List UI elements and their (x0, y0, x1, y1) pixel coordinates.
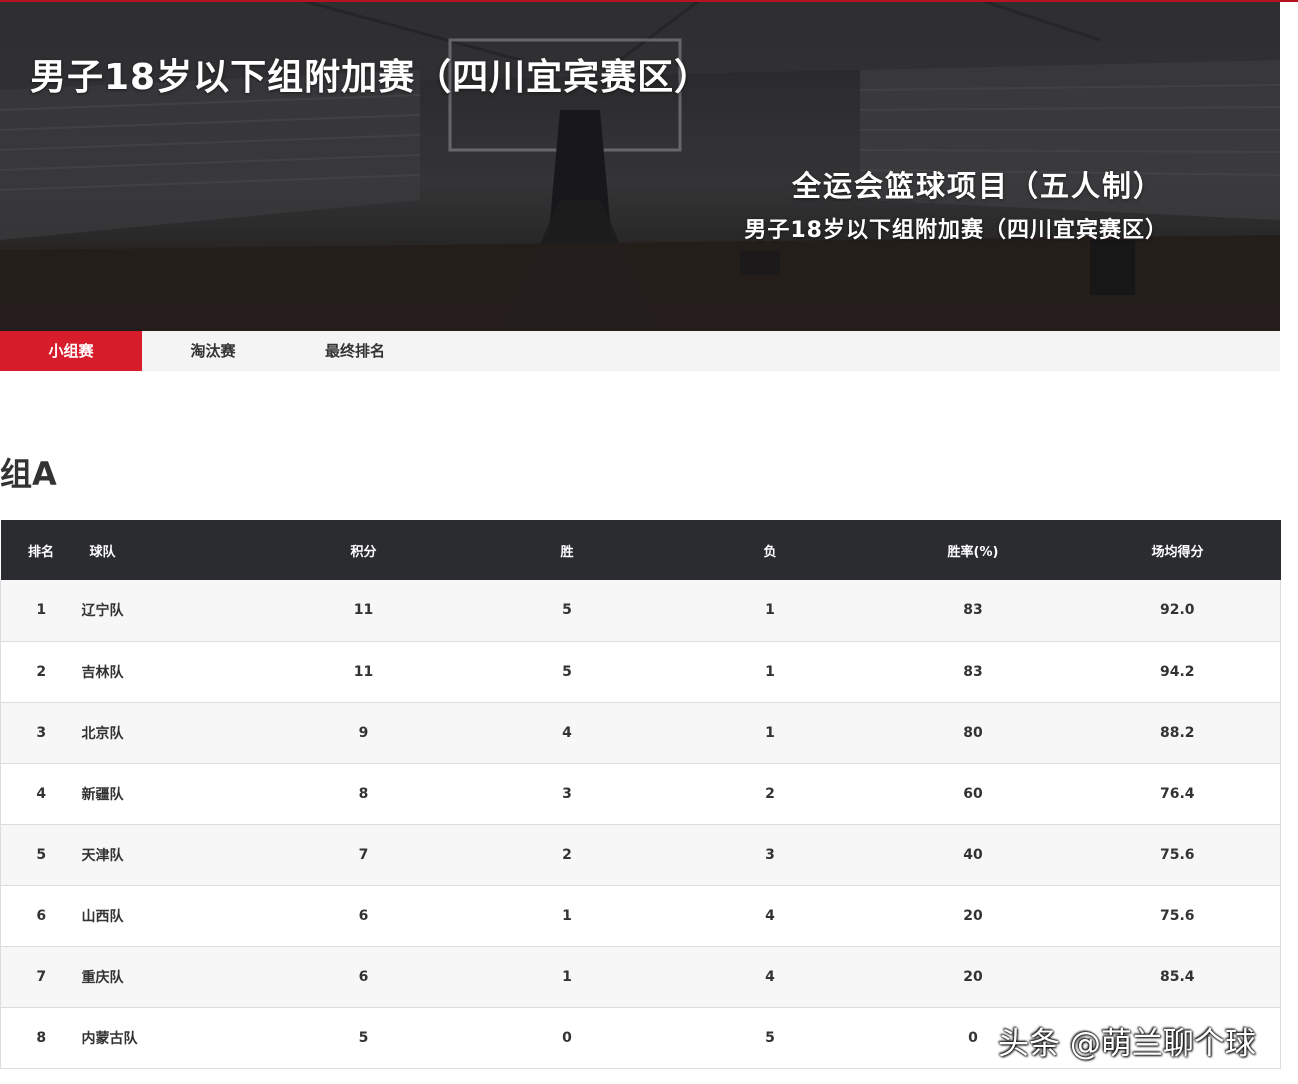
cell-losses: 4 (668, 885, 872, 947)
cell-losses: 3 (668, 824, 872, 886)
cell-rank: 8 (0, 1007, 82, 1069)
cell-win-rate: 40 (871, 824, 1075, 886)
cell-win-rate: 20 (871, 946, 1075, 1008)
column-header-losses[interactable]: 负 (669, 520, 872, 580)
cell-team: 新疆队 (81, 763, 262, 825)
cell-rank: 4 (0, 763, 82, 825)
cell-team: 内蒙古队 (81, 1007, 262, 1069)
cell-team: 天津队 (81, 824, 262, 886)
cell-rank: 3 (0, 702, 82, 764)
table-header-row: 排名 球队 积分 胜 负 胜率(%) 场均得分 (0, 520, 1281, 580)
cell-losses: 4 (668, 946, 872, 1008)
table-row: 8 内蒙古队 5 0 5 0 (0, 1007, 1281, 1069)
tab-group-stage[interactable]: 小组赛 (0, 331, 142, 371)
cell-win-rate: 60 (871, 763, 1075, 825)
cell-losses: 1 (668, 702, 872, 764)
cell-points: 11 (261, 641, 466, 703)
cell-win-rate: 83 (871, 641, 1075, 703)
cell-rank: 2 (0, 641, 82, 703)
cell-avg-points: 92.0 (1074, 580, 1281, 642)
cell-points: 9 (261, 702, 466, 764)
cell-team: 北京队 (81, 702, 262, 764)
cell-losses: 1 (668, 641, 872, 703)
table-body: 1 辽宁队 11 5 1 83 92.0 2 吉林队 11 5 1 83 94.… (0, 580, 1281, 1069)
cell-avg-points: 94.2 (1074, 641, 1281, 703)
hero-title: 男子18岁以下组附加赛（四川宜宾赛区） (30, 57, 712, 98)
column-header-win-rate[interactable]: 胜率(%) (872, 520, 1075, 580)
standings-table: 排名 球队 积分 胜 负 胜率(%) 场均得分 1 辽宁队 11 5 1 83 … (0, 520, 1281, 1069)
hero-subtitle: 男子18岁以下组附加赛（四川宜宾赛区） (744, 218, 1168, 243)
cell-wins: 2 (465, 824, 669, 886)
cell-points: 8 (261, 763, 466, 825)
column-header-rank[interactable]: 排名 (1, 520, 82, 580)
cell-avg-points: 75.6 (1074, 824, 1281, 886)
cell-rank: 6 (0, 885, 82, 947)
table-row: 3 北京队 9 4 1 80 88.2 (0, 702, 1281, 764)
cell-wins: 0 (465, 1007, 669, 1069)
table-row: 1 辽宁队 11 5 1 83 92.0 (0, 580, 1281, 642)
cell-rank: 7 (0, 946, 82, 1008)
cell-avg-points: 76.4 (1074, 763, 1281, 825)
tab-bar: 小组赛 淘汰赛 最终排名 (0, 331, 1280, 371)
cell-points: 11 (261, 580, 466, 642)
cell-win-rate: 0 (871, 1007, 1075, 1069)
cell-wins: 5 (465, 580, 669, 642)
cell-losses: 2 (668, 763, 872, 825)
page: 男子18岁以下组附加赛（四川宜宾赛区） 全运会篮球项目（五人制） 男子18岁以下… (0, 0, 1298, 1084)
table-row: 5 天津队 7 2 3 40 75.6 (0, 824, 1281, 886)
cell-win-rate: 20 (871, 885, 1075, 947)
column-header-wins[interactable]: 胜 (466, 520, 669, 580)
cell-wins: 1 (465, 885, 669, 947)
hero-event-name: 全运会篮球项目（五人制） (791, 169, 1164, 203)
tab-knockout[interactable]: 淘汰赛 (142, 331, 284, 371)
tab-final-ranking[interactable]: 最终排名 (284, 331, 426, 371)
column-header-points[interactable]: 积分 (262, 520, 466, 580)
cell-points: 7 (261, 824, 466, 886)
cell-wins: 5 (465, 641, 669, 703)
cell-avg-points (1074, 1007, 1281, 1069)
cell-avg-points: 85.4 (1074, 946, 1281, 1008)
cell-rank: 1 (0, 580, 82, 642)
cell-losses: 5 (668, 1007, 872, 1069)
hero-banner: 男子18岁以下组附加赛（四川宜宾赛区） 全运会篮球项目（五人制） 男子18岁以下… (0, 0, 1280, 331)
cell-wins: 3 (465, 763, 669, 825)
cell-team: 吉林队 (81, 641, 262, 703)
cell-losses: 1 (668, 580, 872, 642)
table-row: 6 山西队 6 1 4 20 75.6 (0, 885, 1281, 947)
group-title: 组A (0, 455, 57, 493)
cell-team: 重庆队 (81, 946, 262, 1008)
cell-team: 辽宁队 (81, 580, 262, 642)
top-accent-line (0, 0, 1298, 2)
cell-avg-points: 88.2 (1074, 702, 1281, 764)
column-header-avg-points[interactable]: 场均得分 (1075, 520, 1281, 580)
cell-points: 6 (261, 885, 466, 947)
cell-points: 6 (261, 946, 466, 1008)
cell-avg-points: 75.6 (1074, 885, 1281, 947)
cell-wins: 1 (465, 946, 669, 1008)
cell-win-rate: 83 (871, 580, 1075, 642)
table-row: 7 重庆队 6 1 4 20 85.4 (0, 946, 1281, 1008)
cell-points: 5 (261, 1007, 466, 1069)
column-header-team[interactable]: 球队 (82, 520, 262, 580)
cell-rank: 5 (0, 824, 82, 886)
table-row: 4 新疆队 8 3 2 60 76.4 (0, 763, 1281, 825)
cell-wins: 4 (465, 702, 669, 764)
table-row: 2 吉林队 11 5 1 83 94.2 (0, 641, 1281, 703)
cell-team: 山西队 (81, 885, 262, 947)
cell-win-rate: 80 (871, 702, 1075, 764)
